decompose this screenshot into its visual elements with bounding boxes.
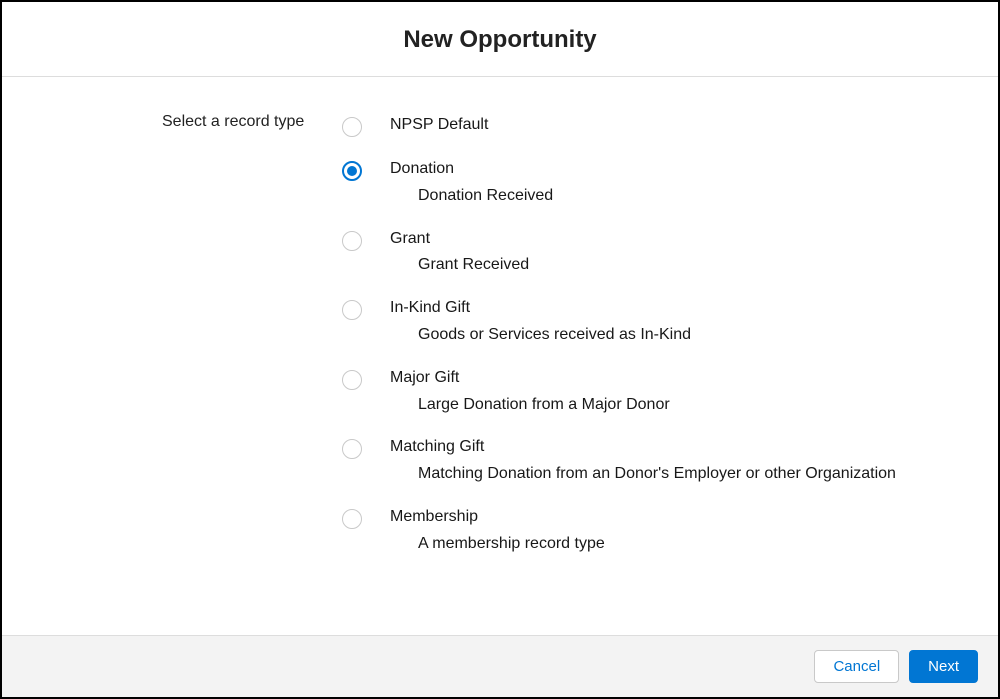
option-in-kind-gift[interactable]: In-Kind Gift Goods or Services received … xyxy=(342,292,978,362)
option-text: Matching Gift Matching Donation from an … xyxy=(390,437,896,485)
option-label: In-Kind Gift xyxy=(390,298,691,319)
modal-header: New Opportunity xyxy=(2,2,998,76)
record-type-label: Select a record type xyxy=(22,109,342,131)
radio-icon xyxy=(342,439,362,459)
radio-icon xyxy=(342,231,362,251)
option-description: Donation Received xyxy=(390,180,553,207)
option-label: Donation xyxy=(390,159,553,180)
cancel-button[interactable]: Cancel xyxy=(814,650,899,683)
option-label: NPSP Default xyxy=(390,115,488,136)
radio-icon xyxy=(342,370,362,390)
option-matching-gift[interactable]: Matching Gift Matching Donation from an … xyxy=(342,431,978,501)
option-label: Matching Gift xyxy=(390,437,896,458)
next-button[interactable]: Next xyxy=(909,650,978,683)
option-label: Grant xyxy=(390,229,529,250)
radio-icon xyxy=(342,117,362,137)
option-description: Large Donation from a Major Donor xyxy=(390,389,670,416)
modal-footer: Cancel Next xyxy=(2,635,998,697)
modal-body: Select a record type NPSP Default Donati… xyxy=(2,77,998,635)
option-text: Grant Grant Received xyxy=(390,229,529,277)
radio-icon xyxy=(342,509,362,529)
option-text: Membership A membership record type xyxy=(390,507,605,555)
new-opportunity-modal: New Opportunity Select a record type NPS… xyxy=(0,0,1000,699)
option-text: Major Gift Large Donation from a Major D… xyxy=(390,368,670,416)
option-membership[interactable]: Membership A membership record type xyxy=(342,501,978,571)
option-label: Major Gift xyxy=(390,368,670,389)
modal-title: New Opportunity xyxy=(2,26,998,54)
option-description: Matching Donation from an Donor's Employ… xyxy=(390,458,896,485)
option-donation[interactable]: Donation Donation Received xyxy=(342,153,978,223)
option-text: Donation Donation Received xyxy=(390,159,553,207)
radio-icon xyxy=(342,161,362,181)
option-major-gift[interactable]: Major Gift Large Donation from a Major D… xyxy=(342,362,978,432)
option-description: A membership record type xyxy=(390,528,605,555)
option-description: Goods or Services received as In-Kind xyxy=(390,319,691,346)
option-npsp-default[interactable]: NPSP Default xyxy=(342,109,978,153)
option-description: Grant Received xyxy=(390,249,529,276)
radio-icon xyxy=(342,300,362,320)
option-text: NPSP Default xyxy=(390,115,488,136)
record-type-options: NPSP Default Donation Donation Received … xyxy=(342,109,978,571)
option-grant[interactable]: Grant Grant Received xyxy=(342,223,978,293)
option-label: Membership xyxy=(390,507,605,528)
option-text: In-Kind Gift Goods or Services received … xyxy=(390,298,691,346)
record-type-row: Select a record type NPSP Default Donati… xyxy=(22,109,978,571)
